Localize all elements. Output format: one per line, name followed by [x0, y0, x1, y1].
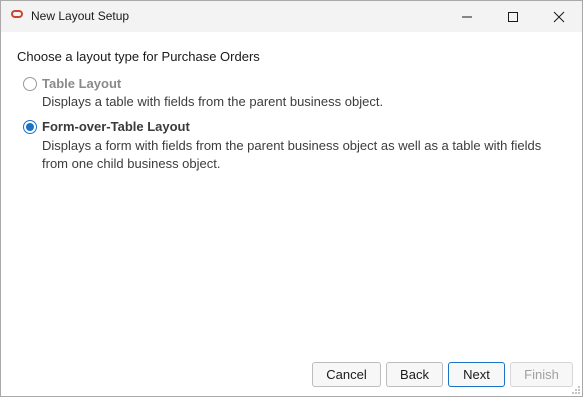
dialog-content: Choose a layout type for Purchase Orders…	[1, 32, 582, 396]
dialog-window: New Layout Setup Choose a layout type fo…	[0, 0, 583, 397]
cancel-button[interactable]: Cancel	[312, 362, 381, 387]
radio-form-over-table-layout[interactable]	[23, 120, 37, 134]
close-icon	[553, 11, 565, 22]
finish-button: Finish	[510, 362, 573, 387]
option-description-form-over-table-layout: Displays a form with fields from the par…	[42, 138, 542, 171]
radio-table-layout[interactable]	[23, 77, 37, 91]
oracle-logo-icon	[11, 10, 23, 18]
option-description-table-layout: Displays a table with fields from the pa…	[42, 94, 384, 109]
maximize-icon	[508, 11, 518, 22]
resize-grip-icon[interactable]	[571, 385, 581, 395]
option-label-form-over-table-layout[interactable]: Form-over-Table Layout	[42, 119, 190, 134]
next-button[interactable]: Next	[448, 362, 505, 387]
layout-prompt: Choose a layout type for Purchase Orders	[17, 49, 260, 64]
maximize-button[interactable]	[490, 1, 536, 32]
option-label-table-layout[interactable]: Table Layout	[42, 76, 121, 91]
minimize-button[interactable]	[444, 1, 490, 32]
back-button[interactable]: Back	[386, 362, 443, 387]
title-bar[interactable]: New Layout Setup	[1, 1, 582, 32]
close-button[interactable]	[536, 1, 582, 32]
window-title: New Layout Setup	[31, 9, 130, 23]
minimize-icon	[462, 16, 472, 17]
